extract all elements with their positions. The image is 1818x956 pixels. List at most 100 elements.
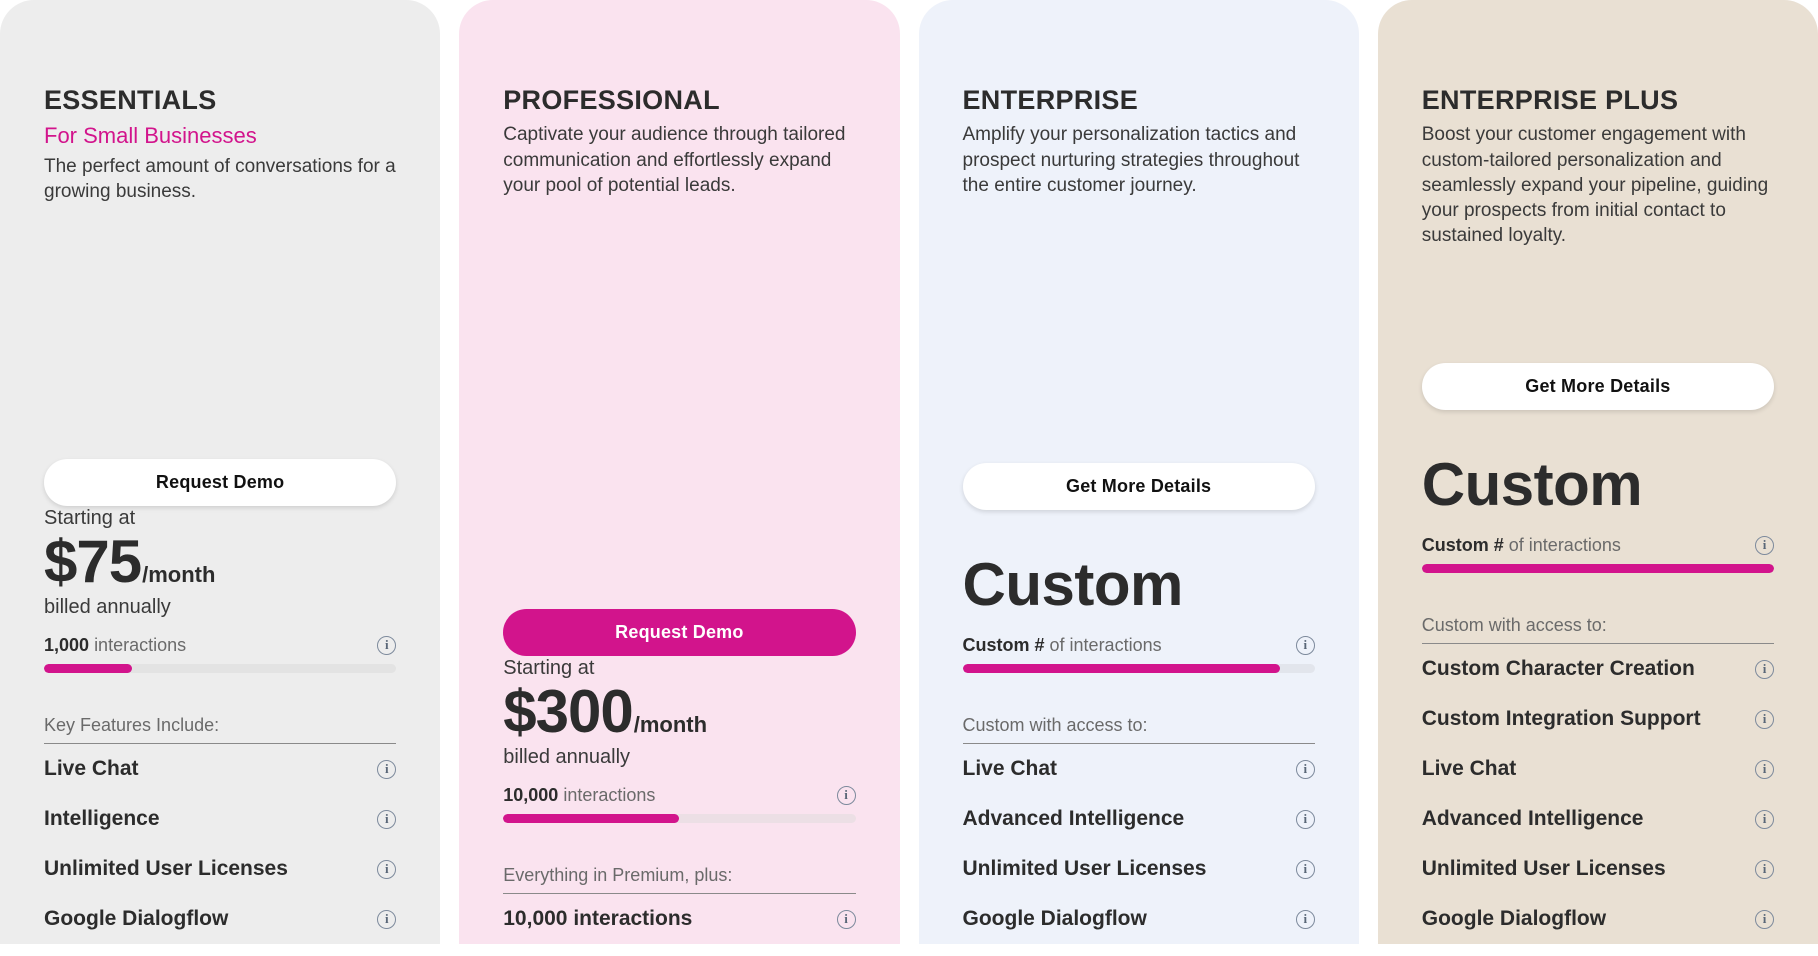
usage-text: Custom # of interactions — [963, 635, 1162, 656]
feature-item: Intelligence i — [44, 794, 397, 844]
plan-name: ENTERPRISE — [962, 85, 1139, 115]
cta-button-enterprise[interactable]: Get More Details — [962, 463, 1315, 510]
usage-progress-fill — [503, 814, 680, 823]
info-icon[interactable]: i — [1295, 909, 1315, 929]
features-block: Everything in Premium, plus: 10,000 inter… — [503, 865, 856, 944]
feature-label: Custom Integration Support — [1421, 707, 1701, 730]
billing-note: billed annually — [44, 596, 171, 618]
feature-item: Advanced Intelligence i — [1422, 794, 1774, 844]
price-row: $75/month — [44, 532, 396, 592]
cta-button-enterprise-plus[interactable]: Get More Details — [1421, 363, 1774, 410]
usage-unit: interactions — [563, 785, 656, 805]
feature-label: Live Chat — [44, 757, 139, 780]
features-heading: Key Features Include: — [44, 715, 397, 744]
usage-value: Custom # — [1421, 535, 1504, 555]
price-period: /month — [142, 562, 216, 587]
feature-item: Google Dialogflow i — [1422, 894, 1774, 944]
info-icon[interactable]: i — [1755, 536, 1774, 555]
feature-label: Custom Character Creation — [1421, 657, 1695, 680]
plan-description: Amplify your personalization tactics and… — [962, 124, 1300, 196]
info-icon[interactable]: i — [1295, 636, 1315, 655]
info-icon[interactable]: i — [1295, 759, 1315, 779]
info-icon[interactable]: i — [1295, 859, 1315, 879]
features-block: Key Features Include: Live Chat i Intellige… — [44, 715, 397, 944]
cta-button-professional[interactable]: Request Demo — [503, 609, 856, 656]
feature-label: Unlimited User Licenses — [44, 857, 288, 880]
plan-name: ESSENTIALS — [44, 85, 217, 115]
cta-zone: Request Demo — [503, 609, 856, 656]
plan-card-enterprise-plus: ENTERPRISE PLUS Boost your customer engag… — [1377, 0, 1818, 944]
info-icon[interactable]: i — [377, 859, 397, 879]
feature-label: Unlimited User Licenses — [962, 857, 1207, 880]
info-icon[interactable]: i — [377, 759, 397, 779]
usage-progress-fill — [1421, 564, 1774, 573]
info-icon[interactable]: i — [377, 909, 397, 929]
feature-label: Live Chat — [1421, 757, 1517, 780]
plan-card-essentials: ESSENTIALS For Small Businesses The perfec… — [0, 0, 441, 944]
feature-label: Unlimited User Licenses — [1421, 857, 1666, 880]
feature-label: 10,000 interactions — [503, 907, 693, 930]
feature-label: Live Chat — [962, 757, 1058, 780]
feature-label: Advanced Intelligence — [962, 807, 1185, 830]
feature-item: 10,000 interactions i — [503, 894, 856, 944]
feature-item: Unlimited User Licenses i — [44, 844, 397, 894]
price-prefix: Starting at — [44, 507, 136, 529]
usage-value: Custom # — [962, 635, 1045, 655]
usage-text: 10,000 interactions — [503, 785, 655, 806]
price-row: $300/month — [503, 682, 855, 742]
info-icon[interactable]: i — [1295, 809, 1315, 829]
features-heading: Custom with access to: — [1421, 615, 1774, 644]
feature-label: Google Dialogflow — [1421, 907, 1607, 930]
usage-value: 1,000 — [44, 635, 90, 655]
cta-zone: Request Demo — [44, 459, 397, 506]
feature-item: Live Chat i — [44, 744, 397, 794]
pricing-plans-grid: ESSENTIALS For Small Businesses The perfec… — [0, 0, 1818, 956]
price-block: Starting at $75/month billed annually — [44, 506, 396, 619]
plan-card-professional: PROFESSIONAL Captivate your audience thro… — [459, 0, 900, 944]
usage-text: 1,000 interactions — [44, 635, 186, 656]
info-icon[interactable]: i — [1755, 759, 1774, 779]
price-block: Custom — [963, 510, 1315, 619]
usage-row: 10,000 interactions i — [503, 785, 856, 806]
feature-item: Unlimited User Licenses i — [963, 844, 1315, 894]
usage-row: Custom # of interactions i — [963, 635, 1315, 656]
usage-unit: of interactions — [1049, 635, 1162, 655]
info-icon[interactable]: i — [836, 909, 856, 929]
billing-note: billed annually — [503, 746, 631, 768]
features-block: Custom with access to: Live Chat i Advanced… — [962, 715, 1315, 944]
info-icon[interactable]: i — [1755, 859, 1774, 879]
usage-unit: interactions — [94, 635, 187, 655]
info-icon[interactable]: i — [1755, 659, 1774, 679]
info-icon[interactable]: i — [1755, 809, 1774, 829]
feature-label: Intelligence — [44, 807, 160, 830]
price-block: Starting at $300/month billed annually — [503, 656, 855, 769]
usage-row: 1,000 interactions i — [44, 635, 397, 656]
info-icon[interactable]: i — [836, 786, 856, 805]
info-icon[interactable]: i — [1755, 709, 1774, 729]
info-icon[interactable]: i — [377, 636, 397, 655]
usage-row: Custom # of interactions i — [1422, 535, 1774, 556]
price-amount: $300 — [503, 678, 633, 745]
price-period: /month — [633, 712, 708, 737]
usage-progress-bar — [44, 664, 397, 673]
features-heading: Custom with access to: — [962, 715, 1315, 744]
plan-tagline: For Small Businesses — [44, 123, 257, 149]
plan-description: Boost your customer engagement with cust… — [1421, 124, 1769, 247]
cta-zone: Get More Details — [1421, 363, 1774, 410]
usage-text: Custom # of interactions — [1422, 535, 1621, 556]
feature-item: Custom Integration Support i — [1422, 694, 1774, 744]
plan-description: Captivate your audience through tailored… — [503, 124, 846, 196]
feature-label: Google Dialogflow — [44, 907, 229, 930]
feature-item: Live Chat i — [963, 744, 1315, 794]
usage-progress-bar — [1421, 564, 1774, 573]
info-icon[interactable]: i — [377, 809, 397, 829]
usage-value: 10,000 — [503, 785, 559, 805]
feature-label: Google Dialogflow — [962, 907, 1147, 930]
usage-progress-fill — [962, 664, 1280, 673]
usage-unit: of interactions — [1508, 535, 1621, 555]
cta-button-essentials[interactable]: Request Demo — [44, 459, 397, 506]
price-custom: Custom — [1421, 451, 1643, 518]
info-icon[interactable]: i — [1755, 909, 1774, 929]
price-block: Custom — [1422, 410, 1774, 519]
feature-item: Advanced Intelligence i — [963, 794, 1315, 844]
